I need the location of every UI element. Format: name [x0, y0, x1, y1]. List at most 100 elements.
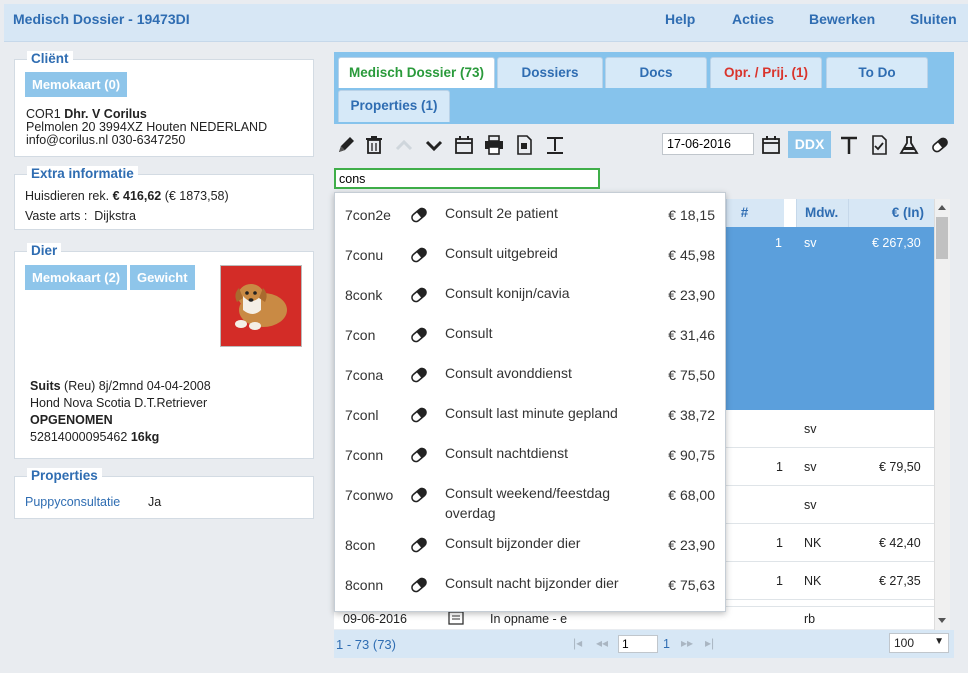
menu-actions[interactable]: Acties	[732, 11, 774, 27]
record-total: 73	[377, 637, 392, 652]
page-size-select[interactable]: 100 ▼	[889, 633, 949, 653]
dropdown-item-description: Consult bijzonder dier	[445, 535, 581, 551]
client-memokaart-button[interactable]: Memokaart (0)	[25, 72, 128, 97]
table-row[interactable]	[726, 410, 934, 448]
dropdown-item-price: € 23,90	[668, 537, 715, 553]
pet-account-line: Huisdieren rek. € 416,62 (€ 1873,58)	[25, 189, 229, 203]
tab-properties[interactable]: Properties (1)	[338, 90, 450, 122]
scroll-down-icon[interactable]	[937, 617, 947, 625]
pill-icon[interactable]	[929, 134, 951, 156]
print-icon[interactable]	[483, 134, 505, 156]
text-format-icon[interactable]	[544, 134, 566, 156]
checklist-icon[interactable]	[868, 134, 890, 156]
scroll-up-icon[interactable]	[937, 203, 947, 211]
record-range-end: )	[391, 637, 396, 652]
trash-icon[interactable]	[363, 134, 385, 156]
tab-dossiers[interactable]: Dossiers	[497, 57, 603, 88]
page-input[interactable]	[618, 635, 658, 653]
last-page-icon[interactable]: ▸|	[705, 636, 714, 650]
dropdown-item[interactable]: 7con Consult € 31,46	[335, 315, 725, 355]
dropdown-item[interactable]: 8conn Consult nacht bijzonder dier € 75,63	[335, 565, 725, 605]
table-row[interactable]	[726, 486, 934, 524]
pet-account-label: Huisdieren rek.	[25, 189, 110, 203]
date-input[interactable]	[662, 133, 754, 155]
client-panel: Cliënt Memokaart (0) COR1 Dhr. V Corilus…	[14, 51, 314, 157]
tab-opr-prij[interactable]: Opr. / Prij. (1)	[710, 57, 822, 88]
dropdown-item-description: Consult avonddienst	[445, 365, 572, 381]
prev-page-icon[interactable]: ◂◂	[596, 636, 608, 650]
row-employee: rb	[804, 612, 816, 626]
animal-memokaart-button[interactable]: Memokaart (2)	[25, 265, 128, 290]
date-calendar-icon[interactable]	[760, 134, 782, 156]
row-employee: NK	[804, 536, 822, 550]
row-date: 09-06-2016	[343, 612, 407, 626]
row-employee: NK	[804, 574, 822, 588]
app-title: Medisch Dossier - 19473DI	[13, 11, 190, 27]
selected-row[interactable]	[726, 227, 934, 410]
pill-icon	[409, 535, 429, 555]
chevron-down-icon[interactable]	[423, 134, 445, 156]
dropdown-item[interactable]: 7conn Consult nachtdienst € 90,75	[335, 435, 725, 475]
menu-help[interactable]: Help	[665, 11, 695, 27]
animal-panel: Dier Memokaart (2) Gewicht Suits (Reu) 8…	[14, 243, 314, 459]
text-icon[interactable]	[838, 134, 860, 156]
row-employee: sv	[804, 460, 817, 474]
dropdown-item-price: € 90,75	[668, 447, 715, 463]
dropdown-item[interactable]: 7conl Consult last minute gepland € 38,72	[335, 395, 725, 435]
dropdown-item-description: Consult last minute gepland	[445, 405, 618, 421]
dropdown-item[interactable]: 7conu Consult uitgebreid € 45,98	[335, 235, 725, 275]
row-employee: sv	[804, 422, 817, 436]
dropdown-item-description: Consult konijn/cavia	[445, 285, 570, 301]
dropdown-item-description: Consult weekend/feestdag overdag	[445, 485, 610, 521]
properties-panel: Properties Puppyconsultatie Ja	[14, 468, 314, 519]
record-range: 1 - 73 (73)	[336, 637, 396, 652]
dropdown-item-code: 7conwo	[345, 487, 394, 503]
row-count: 1	[776, 460, 783, 474]
dropdown-item-code: 8con	[345, 537, 376, 553]
weight-button[interactable]: Gewicht	[130, 265, 195, 290]
grid-scrollbar[interactable]	[934, 199, 950, 630]
note-icon	[448, 611, 464, 625]
dropdown-item-code: 7conl	[345, 407, 379, 423]
tab-medisch-dossier[interactable]: Medisch Dossier (73)	[338, 57, 495, 88]
column-header-employee[interactable]: Mdw.	[796, 199, 848, 227]
dropdown-item-price: € 38,72	[668, 407, 715, 423]
dropdown-item[interactable]: 8conk Consult konijn/cavia € 23,90	[335, 275, 725, 315]
pill-icon	[409, 245, 429, 265]
chevron-up-icon[interactable]	[393, 134, 415, 156]
dropdown-item-price: € 75,50	[668, 367, 715, 383]
next-page-icon[interactable]: ▸▸	[681, 636, 693, 650]
menu-close[interactable]: Sluiten	[910, 11, 957, 27]
tab-to-do[interactable]: To Do	[826, 57, 928, 88]
column-header-amount[interactable]: € (In)	[848, 199, 934, 227]
animal-photo[interactable]	[220, 265, 302, 347]
dropdown-item[interactable]: 8con Consult bijzonder dier € 23,90	[335, 525, 725, 565]
pill-icon	[409, 405, 429, 425]
pill-icon	[409, 485, 429, 505]
pill-icon	[409, 205, 429, 225]
dog-picture-icon	[221, 266, 301, 346]
dropdown-item[interactable]: 7con2e Consult 2e patient € 18,15	[335, 195, 725, 235]
page-size-value: 100	[894, 636, 915, 650]
row-amount: € 27,35	[879, 574, 921, 588]
animal-age-birth: 8j/2mnd 04-04-2008	[98, 379, 211, 393]
document-icon[interactable]	[513, 134, 535, 156]
tab-docs[interactable]: Docs	[605, 57, 707, 88]
pencil-icon[interactable]	[335, 134, 357, 156]
calendar-icon[interactable]	[453, 134, 475, 156]
menu-edit[interactable]: Bewerken	[809, 11, 875, 27]
client-address: Pelmolen 20 3994XZ Houten NEDERLAND	[26, 120, 268, 134]
dropdown-item-code: 7conu	[345, 247, 384, 263]
first-page-icon[interactable]: |◂	[573, 636, 582, 650]
scrollbar-thumb[interactable]	[936, 217, 948, 259]
animal-chip-line: 52814000095462 16kg	[30, 430, 159, 444]
dropdown-item-code: 7con	[345, 327, 376, 343]
dropdown-item[interactable]: 7conwo Consult weekend/feestdag overdag € …	[335, 475, 725, 525]
select-arrow-icon: ▼	[934, 636, 944, 647]
dropdown-item[interactable]: 7cona Consult avonddienst € 75,50	[335, 355, 725, 395]
column-header-count[interactable]: #	[726, 199, 762, 227]
flask-icon[interactable]	[898, 134, 920, 156]
ddx-button[interactable]: DDX	[788, 131, 831, 158]
dropdown-item-code: 7conn	[345, 447, 384, 463]
search-input[interactable]	[334, 168, 600, 189]
